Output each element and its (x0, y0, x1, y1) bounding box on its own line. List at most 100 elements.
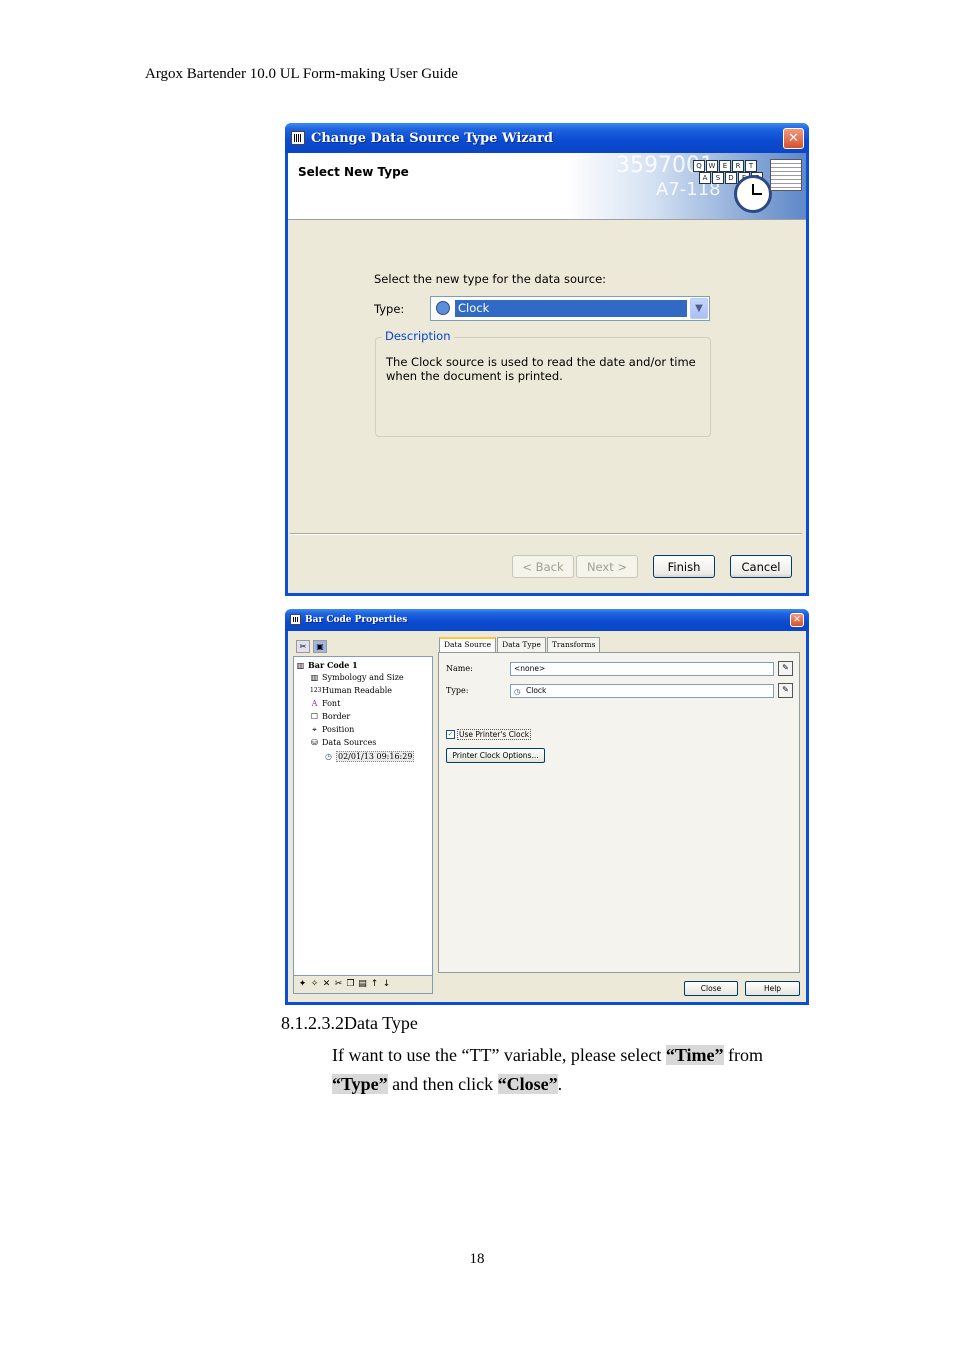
bar-code-properties-window: Bar Code Properties ✕ ✂ ▣ ▥ Bar Code 1 ▥… (285, 609, 809, 1005)
wizard-title-bar[interactable]: Change Data Source Type Wizard ✕ (285, 123, 809, 153)
finish-button[interactable]: Finish (653, 555, 715, 578)
type-field-value: Clock (526, 686, 547, 695)
tab-transforms[interactable]: Transforms (546, 637, 601, 652)
symbology-icon: ▥ (310, 672, 319, 682)
tree-item-clock-source[interactable]: ◷ 02/01/13 09:16:29 (324, 751, 415, 762)
description-text: The Clock source is used to read the dat… (386, 355, 696, 383)
clock-icon (436, 301, 450, 315)
barcode-app-icon (290, 614, 301, 625)
instruction-paragraph: If want to use the “TT” variable, please… (332, 1041, 802, 1099)
help-button[interactable]: Help (745, 981, 800, 996)
barcode-icon: ▥ (296, 660, 305, 670)
key: W (706, 160, 718, 172)
wizard-icon[interactable]: ✧ (310, 979, 319, 990)
close-icon[interactable]: ✕ (783, 128, 804, 149)
checkbox-label: Use Printer's Clock (457, 729, 532, 740)
tab-data-source[interactable]: Data Source (439, 637, 497, 652)
close-icon[interactable]: ✕ (790, 613, 804, 627)
page-number: 18 (469, 1251, 485, 1267)
human-readable-icon: 123 (310, 686, 322, 694)
name-label: Name: (446, 664, 473, 673)
instruction-text: Select the new type for the data source: (374, 272, 607, 286)
name-field[interactable]: <none> (510, 662, 774, 676)
cut-icon[interactable]: ✂ (334, 979, 343, 990)
type-label: Type: (446, 686, 469, 695)
tree-item-position[interactable]: ⌖ Position (310, 725, 354, 734)
paste-icon[interactable]: ▤ (358, 979, 367, 990)
text-segment: . (557, 1074, 563, 1094)
properties-title-bar[interactable]: Bar Code Properties ✕ (285, 609, 809, 631)
tree-item-label: Position (322, 725, 355, 734)
delete-icon[interactable]: ✕ (322, 979, 331, 990)
tree-item-data-sources[interactable]: ⛁ Data Sources (310, 738, 376, 747)
tree-item-label: Font (322, 699, 341, 708)
type-edit-icon[interactable]: ✎ (778, 683, 793, 698)
tree-item-label: Human Readable (322, 686, 393, 695)
description-legend: Description (382, 329, 454, 343)
type-field[interactable]: ◷ Clock (510, 684, 774, 698)
wizard-content: Select the new type for the data source:… (288, 220, 806, 593)
border-icon: ☐ (310, 711, 319, 721)
name-edit-icon[interactable]: ✎ (778, 661, 793, 676)
move-down-icon[interactable]: ↓ (382, 979, 391, 990)
copy-icon[interactable]: ❐ (346, 979, 355, 990)
font-icon: A (311, 698, 318, 708)
move-up-icon[interactable]: ↑ (370, 979, 379, 990)
highlight-type: “Type” (332, 1074, 388, 1094)
tree-item-label: Symbology and Size (322, 673, 404, 682)
cancel-button[interactable]: Cancel (730, 555, 792, 578)
tree-item-border[interactable]: ☐ Border (310, 712, 350, 721)
tree-item-label: Border (322, 712, 351, 721)
object-view-icon[interactable]: ▣ (313, 640, 327, 653)
change-data-source-wizard-window: Change Data Source Type Wizard ✕ Select … (285, 123, 809, 596)
text-segment: If want to use the “TT” variable, please… (332, 1045, 666, 1065)
banner-illustration: 3597001 A7-118 Q W E R T A S D F G (566, 153, 806, 219)
key: Q (693, 160, 705, 172)
expand-tree-icon[interactable]: ✂ (296, 640, 310, 653)
tab-data-type[interactable]: Data Type (497, 637, 546, 652)
tree-item-symbology[interactable]: ▥ Symbology and Size (310, 673, 404, 682)
page-header: Argox Bartender 10.0 UL Form-making User… (145, 66, 458, 82)
highlight-time: “Time” (665, 1045, 724, 1065)
wizard-separator (290, 533, 802, 535)
section-title: 8.1.2.3.2Data Type (281, 1013, 418, 1033)
property-tree: ▥ Bar Code 1 ▥ Symbology and Size 123 Hu… (293, 656, 433, 976)
printer-clock-options-button[interactable]: Printer Clock Options... (446, 748, 545, 763)
tree-item-human-readable[interactable]: 123 Human Readable (310, 686, 392, 695)
clock-icon: ◷ (514, 687, 521, 696)
tree-item-font[interactable]: A Font (310, 698, 341, 708)
type-dropdown-value: Clock (455, 300, 687, 317)
type-dropdown[interactable]: Clock ▼ (430, 296, 710, 321)
properties-tabs: Data Source Data Type Transforms (439, 637, 601, 652)
wizard-heading: Select New Type (298, 165, 409, 179)
document-illustration-icon (770, 159, 802, 191)
properties-title: Bar Code Properties (305, 615, 408, 625)
barcode-app-icon (291, 131, 305, 145)
wizard-title: Change Data Source Type Wizard (311, 131, 554, 146)
key: T (745, 160, 757, 172)
chevron-down-icon[interactable]: ▼ (690, 298, 708, 319)
type-label: Type: (374, 302, 405, 316)
close-button[interactable]: Close (684, 981, 738, 996)
checkbox-check-icon: ✓ (446, 730, 455, 739)
new-icon[interactable]: ✦ (298, 979, 307, 990)
tree-root-label: Bar Code 1 (308, 660, 358, 670)
highlight-close: “Close” (497, 1074, 558, 1094)
tree-root[interactable]: ▥ Bar Code 1 (296, 660, 358, 670)
tree-item-label: Data Sources (322, 738, 377, 747)
key: E (719, 160, 731, 172)
clock-icon: ◷ (325, 751, 332, 761)
tree-item-label: 02/01/13 09:16:29 (336, 751, 415, 762)
tree-toolbar: ✦ ✧ ✕ ✂ ❐ ▤ ↑ ↓ (293, 976, 433, 994)
wizard-banner: Select New Type 3597001 A7-118 Q W E R T… (288, 153, 806, 220)
back-button[interactable]: < Back (512, 555, 574, 578)
properties-body: ✂ ▣ ▥ Bar Code 1 ▥ Symbology and Size 12… (288, 631, 806, 1002)
clock-illustration-icon (734, 175, 772, 213)
data-sources-icon: ⛁ (311, 737, 318, 747)
data-source-panel: Name: <none> ✎ Type: ◷ Clock ✎ ✓ Use Pri… (438, 652, 800, 973)
key: R (732, 160, 744, 172)
description-group: Description The Clock source is used to … (375, 329, 711, 437)
use-printers-clock-checkbox[interactable]: ✓ Use Printer's Clock (446, 729, 532, 740)
next-button[interactable]: Next > (576, 555, 638, 578)
text-segment: and then click (387, 1074, 498, 1094)
